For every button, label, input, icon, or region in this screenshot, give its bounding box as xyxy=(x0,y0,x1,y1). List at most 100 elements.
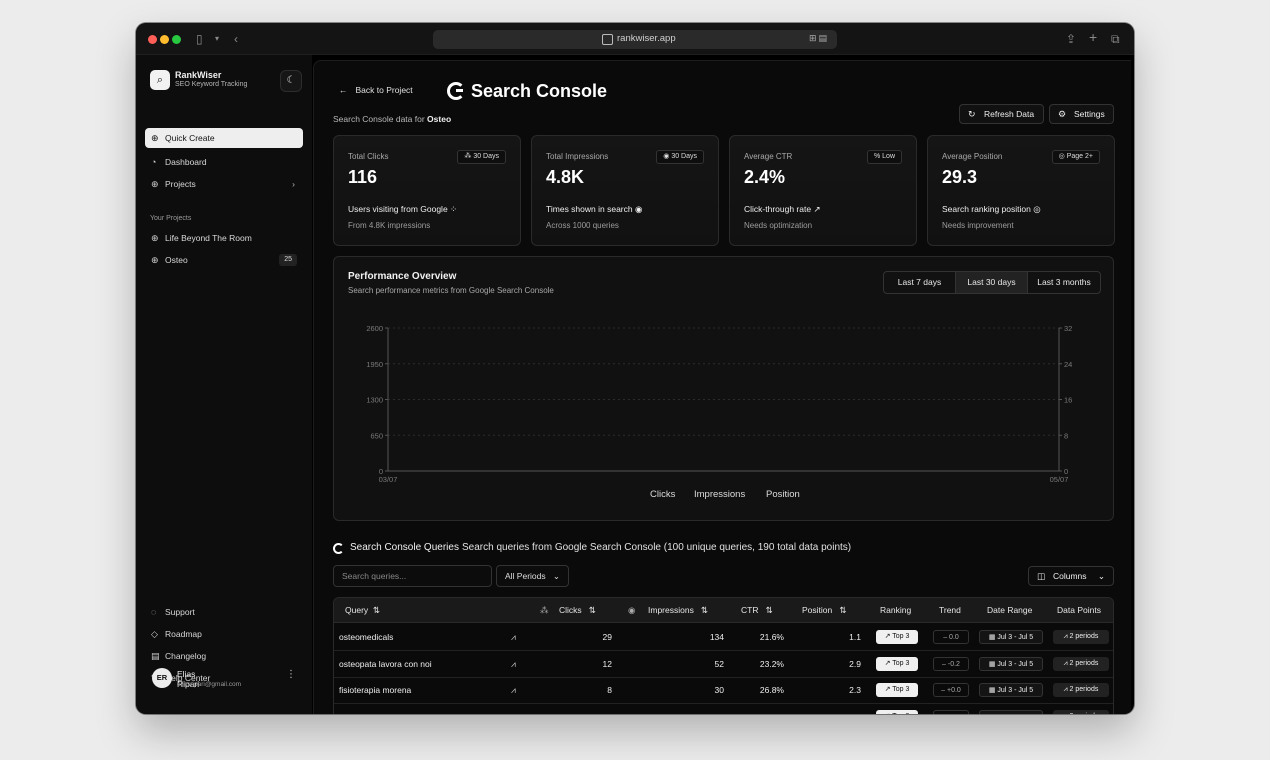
date-range-badge: ▦ Jul 3 - Jul 5 xyxy=(979,683,1043,697)
perf-subtitle: Search performance metrics from Google S… xyxy=(348,286,554,295)
perf-title: Performance Overview xyxy=(348,271,457,282)
reader-translate-icon[interactable]: ⊞▤ xyxy=(809,33,829,44)
stat-card-position: Average Position ◎ Page 2+ 29.3 Search r… xyxy=(927,135,1115,246)
ctr-value: 100.0% xyxy=(734,704,784,715)
table-row[interactable]: osteomedicals ⩘ 29 134 21.6% 1.1 ↗ Top 3 – 0.0 ▦… xyxy=(334,624,1113,651)
settings-button[interactable]: ⚙ Settings xyxy=(1049,104,1114,124)
badge-text: Low xyxy=(882,153,895,160)
sidebar-item-label: Life Beyond The Room xyxy=(165,233,252,243)
project-name: Osteo xyxy=(427,114,452,124)
card-label: Average CTR xyxy=(744,152,793,161)
theme-toggle-button[interactable]: ☾ xyxy=(280,70,302,92)
search-icon: ⌕ xyxy=(150,70,170,90)
share-icon[interactable]: ⇪ xyxy=(1066,31,1076,47)
card-note: From 4.8K impressions xyxy=(348,221,431,230)
target-icon: ◎ xyxy=(1058,153,1067,160)
sidebar: ⌕ RankWiser SEO Keyword Tracking ☾ ⊕ Qui… xyxy=(136,55,312,714)
chevron-down-icon: ⌄ xyxy=(1097,571,1105,581)
sidebar-item-projects[interactable]: ⊕ Projects › xyxy=(145,174,303,194)
sidebar-item-quick-create[interactable]: ⊕ Quick Create xyxy=(145,128,303,148)
header-position[interactable]: Position ⇅ xyxy=(802,598,846,623)
page-subtitle: Search Console data for Osteo xyxy=(333,114,451,124)
zoom-window-button[interactable] xyxy=(172,35,181,44)
legend-clicks[interactable]: Clicks xyxy=(650,489,675,500)
refresh-label: Refresh Data xyxy=(984,109,1035,119)
query-text[interactable]: osteomedicals xyxy=(339,624,393,650)
y-left-tick-label: 650 xyxy=(370,431,383,440)
eye-icon: ◉ xyxy=(628,605,636,615)
tab-overview-icon[interactable]: ⧉ xyxy=(1111,31,1120,47)
ctr-value: 21.6% xyxy=(759,632,784,642)
query-text[interactable]: osteopata lavora con noi xyxy=(339,651,432,677)
legend-position[interactable]: Position xyxy=(766,489,800,500)
header-trend[interactable]: Trend xyxy=(939,598,961,623)
refresh-data-button[interactable]: ↻ Refresh Data xyxy=(959,104,1044,124)
period-filter-select[interactable]: All Periods ⌄ xyxy=(496,565,569,587)
queries-table: Query ⇅ ⁂ Clicks ⇅ ◉ Impressions ⇅ CTR ⇅… xyxy=(333,597,1114,714)
chart-line-icon[interactable]: ⩘ xyxy=(511,704,516,715)
subtitle-prefix: Search Console data for xyxy=(333,114,425,124)
desc-text: Times shown in search xyxy=(546,204,633,214)
chart-line-icon[interactable]: ⩘ xyxy=(511,624,516,650)
sidebar-item-roadmap[interactable]: ◇ Roadmap xyxy=(145,624,303,644)
target-icon: ◎ xyxy=(1033,204,1041,214)
trend-text: +0.0 xyxy=(947,687,961,694)
back-nav-icon[interactable]: ‹ xyxy=(234,31,238,47)
chart-line-icon[interactable]: ⩘ xyxy=(511,651,516,677)
sidebar-item-label: Quick Create xyxy=(165,133,215,143)
header-ctr[interactable]: CTR ⇅ xyxy=(741,598,773,623)
y-right-tick-label: 8 xyxy=(1064,431,1068,440)
chevron-down-icon: ⌄ xyxy=(552,571,560,581)
columns-label: Columns xyxy=(1053,571,1087,581)
close-window-button[interactable] xyxy=(148,35,157,44)
sidebar-toggle-icon[interactable]: ▯ xyxy=(196,31,203,47)
back-to-project-button[interactable]: ← Back to Project xyxy=(339,85,413,95)
clicks-value: 8 xyxy=(607,685,612,695)
sidebar-item-label: Roadmap xyxy=(165,629,202,639)
header-query[interactable]: Query ⇅ xyxy=(345,598,380,623)
table-row[interactable]: osteopata lavora con noi ⩘ 12 52 23.2% 2.9 ↗ T… xyxy=(334,651,1113,678)
table-row[interactable]: fisioterapia morena ⩘ 8 30 26.8% 2.3 ↗ Top 3 – … xyxy=(334,677,1113,704)
address-bar[interactable]: rankwiser.app ⊞▤ xyxy=(433,30,837,49)
query-text[interactable]: fisioterapia morena xyxy=(339,677,411,703)
range-last-30-days[interactable]: Last 30 days xyxy=(956,272,1028,293)
sidebar-item-project-osteo[interactable]: ⊕ Osteo 25 xyxy=(145,250,303,270)
data-points-badge[interactable]: ⩘ 2 periods xyxy=(1053,709,1109,714)
card-badge: ◉ 30 Days xyxy=(656,150,704,164)
header-date-range[interactable]: Date Range xyxy=(987,598,1032,623)
range-last-3-months[interactable]: Last 3 months xyxy=(1028,272,1100,293)
legend-impressions[interactable]: Impressions xyxy=(694,489,745,500)
header-clicks[interactable]: Clicks ⇅ xyxy=(559,598,596,623)
table-row[interactable]: alendronato e osso sano ⩘ 3 3 100.0% 2.0 ↗ Top… xyxy=(334,704,1113,715)
new-tab-icon[interactable]: + xyxy=(1089,29,1097,45)
chart-line-icon[interactable]: ⩘ xyxy=(511,677,516,703)
sidebar-item-dashboard[interactable]: ◔ Dashboard xyxy=(145,152,303,172)
trend-badge: – +0.0 xyxy=(933,683,969,697)
clicks-value: 12 xyxy=(602,658,612,669)
columns-button[interactable]: ◫ Columns ⌄ xyxy=(1028,566,1114,586)
range-last-7-days[interactable]: Last 7 days xyxy=(884,272,956,293)
data-points-badge[interactable]: ⩘ 2 periods xyxy=(1053,630,1109,644)
user-email: eliasripari@gmail.com xyxy=(177,681,242,688)
header-data-points[interactable]: Data Points xyxy=(1057,598,1101,623)
y-right-tick-label: 24 xyxy=(1064,360,1072,369)
minimize-window-button[interactable] xyxy=(160,35,169,44)
header-label: Query xyxy=(345,605,369,615)
query-text[interactable]: alendronato e osso sano xyxy=(339,704,432,715)
card-value: 4.8K xyxy=(546,167,585,187)
sidebar-item-changelog[interactable]: ▤ Changelog xyxy=(145,646,303,666)
date-range-text: Jul 3 - Jul 5 xyxy=(997,634,1034,641)
header-impressions[interactable]: Impressions ⇅ xyxy=(648,598,708,623)
trend-text: 0.0 xyxy=(949,634,959,641)
sidebar-item-project-life-beyond-the-room[interactable]: ⊕ Life Beyond The Room xyxy=(145,228,303,248)
data-points-badge[interactable]: ⩘ 2 periods xyxy=(1053,683,1109,697)
more-vertical-icon[interactable]: ⋮ xyxy=(286,669,296,680)
chevron-down-icon[interactable]: ▾ xyxy=(215,31,219,47)
sidebar-item-label: Support xyxy=(165,607,195,617)
queries-subtitle: Search queries from Google Search Consol… xyxy=(462,542,852,553)
header-ranking[interactable]: Ranking xyxy=(880,598,911,623)
card-note: Across 1000 queries xyxy=(546,221,619,230)
search-queries-input[interactable]: Search queries... xyxy=(333,565,492,587)
sidebar-item-support[interactable]: ◌ Support xyxy=(145,602,303,622)
data-points-badge[interactable]: ⩘ 2 periods xyxy=(1053,656,1109,671)
